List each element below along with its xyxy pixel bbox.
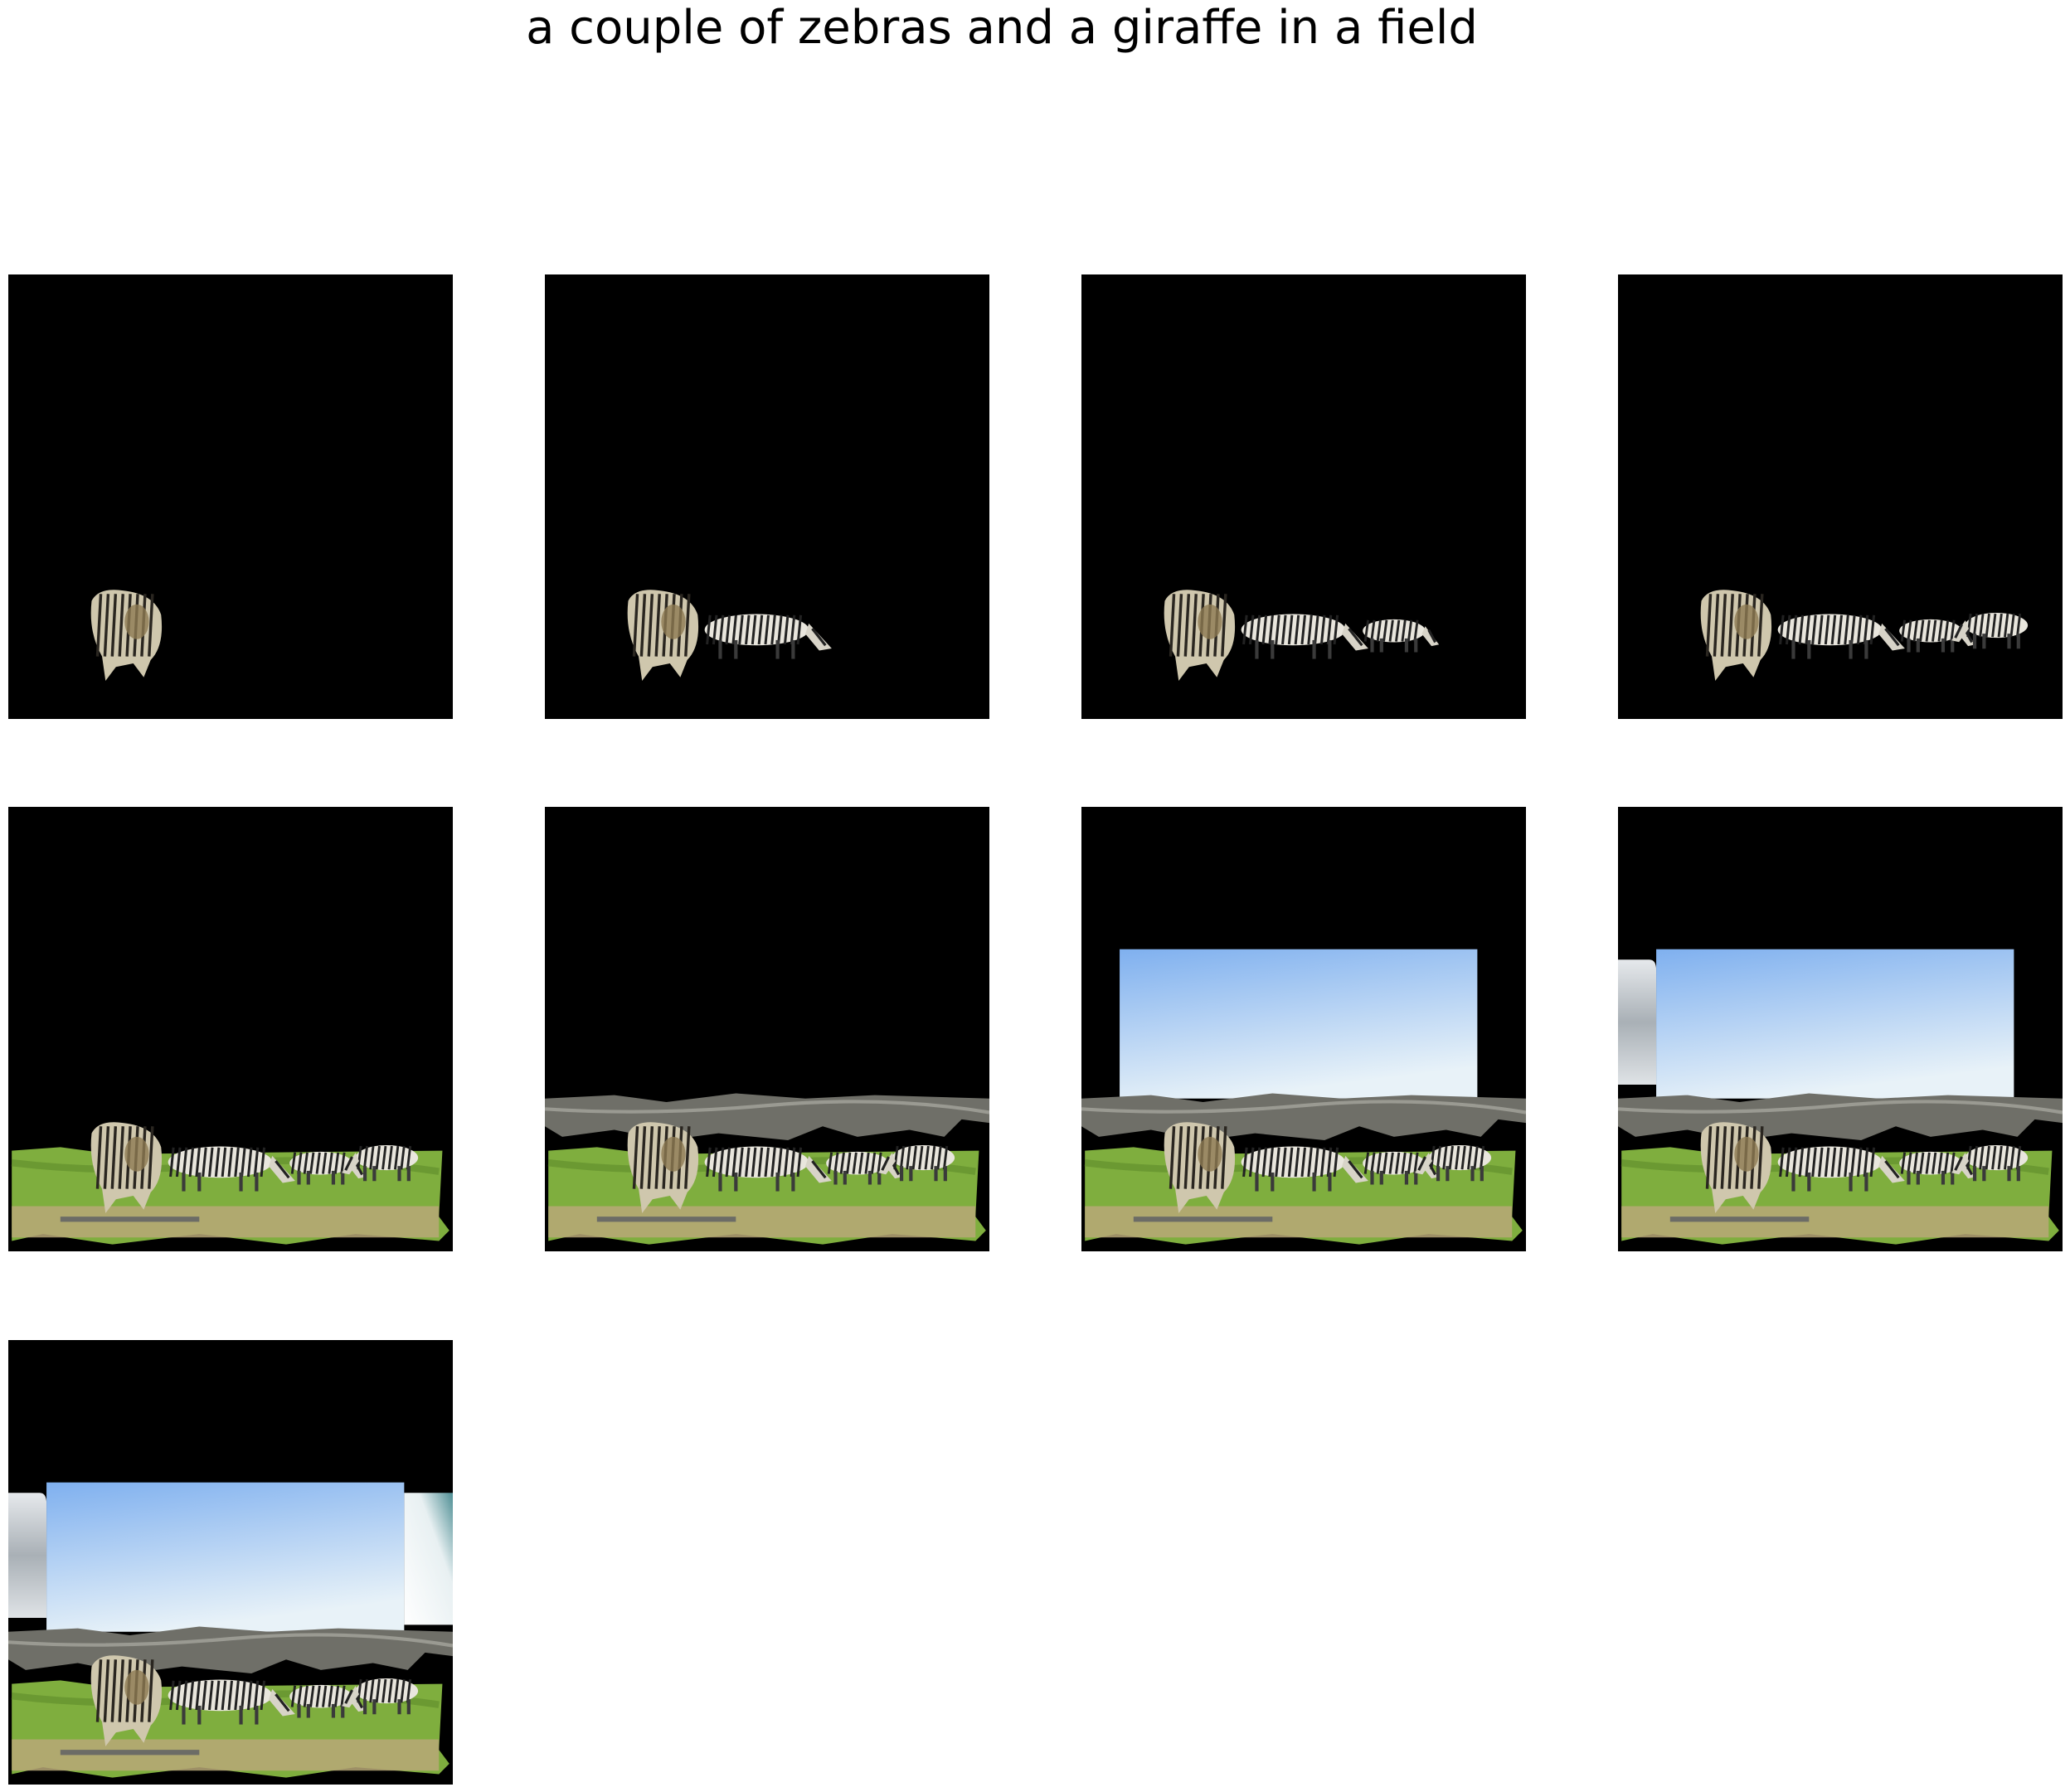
sky-layer [1120, 949, 1478, 1099]
panel-step-1 [8, 274, 453, 719]
panel-step-2 [545, 274, 989, 719]
panel-step-7 [1081, 807, 1526, 1251]
figure-caption: a couple of zebras and a giraffe in a fi… [526, 1, 1478, 55]
panel-step-6 [545, 807, 989, 1251]
panel-6-image [545, 807, 989, 1251]
panel-3-image [1081, 274, 1526, 719]
panel-9-image [8, 1340, 453, 1785]
panel-5-image [8, 807, 453, 1251]
panel-2-image [545, 274, 989, 719]
cloud-right-layer [404, 1493, 453, 1625]
cloud-left-layer [8, 1493, 47, 1618]
panel-4-image [1618, 274, 2063, 719]
panel-step-5 [8, 807, 453, 1251]
sky-layer [1656, 949, 2014, 1099]
panel-8-image [1618, 807, 2063, 1251]
panel-step-4 [1618, 274, 2063, 719]
panel-step-8 [1618, 807, 2063, 1251]
panel-7-image [1081, 807, 1526, 1251]
sky-layer [46, 1482, 405, 1632]
panel-1-image [8, 274, 453, 719]
panel-step-9 [8, 1340, 453, 1785]
panel-step-3 [1081, 274, 1526, 719]
cloud-left-layer [1618, 959, 1657, 1085]
